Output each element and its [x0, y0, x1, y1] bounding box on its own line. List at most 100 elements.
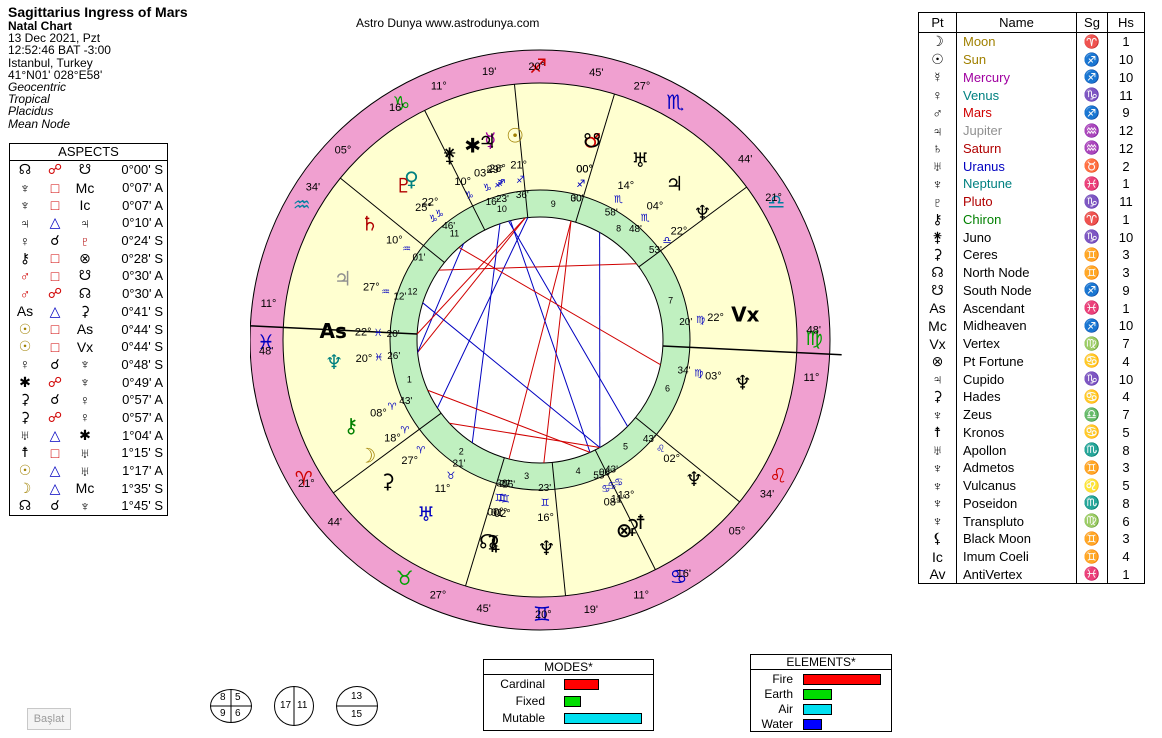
- aspect-orb: 0°28' S: [121, 250, 163, 266]
- aspect-type: □: [50, 250, 60, 267]
- planet-house: 4: [1122, 549, 1130, 565]
- planet-degree: 20°: [356, 353, 373, 365]
- modes-bar: [564, 696, 582, 707]
- planet-sign: ♎: [1076, 405, 1108, 424]
- planet-sign: ♊: [1076, 263, 1108, 282]
- planet-row: Vx Vertex ♍ 7: [919, 334, 1144, 353]
- planet-glyph: ⚳: [919, 388, 957, 406]
- planet-row: ♅ Apollon ♏ 8: [919, 441, 1144, 459]
- planet-glyph: As: [320, 319, 347, 343]
- aspect-type: □: [50, 267, 60, 284]
- cusp-minute: 16': [677, 568, 691, 580]
- modes-title: MODES*: [484, 660, 653, 675]
- planet-glyph: ♆: [919, 405, 957, 424]
- count-cell: 9: [220, 708, 226, 719]
- planet-sign: ♑: [1076, 86, 1108, 104]
- col-sg: Sg: [1076, 13, 1108, 33]
- aspect-planet-1: ☊: [18, 497, 32, 514]
- aspect-row: ♂ □ ☋ 0°30' A: [10, 267, 167, 285]
- aspect-planet-2: ♆: [79, 374, 91, 391]
- planet-minute: 43': [605, 464, 618, 475]
- planet-degree: 11°: [435, 483, 451, 495]
- cusp-minute: 16': [389, 102, 403, 114]
- aspect-planet-2: Mc: [75, 179, 95, 196]
- modes-label: Cardinal: [500, 677, 545, 691]
- planet-glyph: ♃: [919, 121, 957, 140]
- count-circle-1: 8 5 9 6: [210, 689, 252, 723]
- planet-row: ⚷ Chiron ♈ 1: [919, 210, 1144, 229]
- planet-minute: 16': [502, 480, 515, 491]
- planet-glyph: ♆: [685, 467, 703, 491]
- aspect-planet-2: ♃: [79, 214, 91, 231]
- planet-glyph: ♆: [919, 175, 957, 193]
- chart-time: 12:52:46 BAT -3:00: [8, 43, 111, 58]
- house-number: 8: [616, 223, 621, 233]
- planet-house: 1: [1122, 34, 1130, 50]
- planet-sign: ♒: [1076, 121, 1108, 140]
- aspect-row: ♀ ☌ ♇ 0°24' S: [10, 232, 167, 250]
- chart-houses: Placidus: [8, 104, 54, 119]
- planet-glyph: ♅: [417, 502, 435, 526]
- planet-minute: 34': [677, 366, 690, 377]
- aspect-planet-2: ♇: [79, 232, 91, 249]
- aspect-type: ☌: [50, 355, 60, 372]
- aspect-type: □: [50, 179, 60, 196]
- planet-row: ♆ Neptune ♓ 1: [919, 175, 1144, 193]
- planet-row: ♆ Transpluto ♍ 6: [919, 512, 1144, 530]
- modes-bar: [564, 679, 599, 690]
- planet-row: ☊ North Node ♊ 3: [919, 263, 1144, 282]
- aspect-planet-1: As: [16, 303, 34, 320]
- aspect-planet-2: As: [76, 321, 94, 338]
- planet-degree: 03°: [705, 371, 722, 383]
- planet-glyph: ⚵: [442, 143, 457, 167]
- planet-name: Moon: [956, 32, 1077, 51]
- planet-name: Vulcanus: [956, 476, 1077, 495]
- planet-name: North Node: [956, 263, 1077, 282]
- planet-row: Av AntiVertex ♓ 1: [919, 565, 1144, 584]
- planet-house: 2: [1122, 158, 1130, 174]
- planet-row: ♅ Uranus ♉ 2: [919, 157, 1144, 175]
- planet-sign-glyph: ♑: [465, 190, 474, 201]
- aspect-planet-2: ☋: [78, 267, 92, 284]
- cusp-minute: 48': [807, 324, 821, 336]
- planet-glyph: Mc: [919, 317, 957, 335]
- planet-name: Uranus: [956, 157, 1077, 175]
- aspect-planet-1: ♂: [19, 267, 31, 284]
- aspect-type: △: [49, 302, 61, 319]
- planet-minute: 58': [605, 207, 618, 218]
- cusp-minute: 19': [482, 66, 496, 78]
- planet-sign: ♓: [1076, 175, 1108, 193]
- aspect-planet-1: ♃: [19, 214, 31, 231]
- count-cell: 8: [220, 692, 226, 703]
- planet-house: 9: [1122, 282, 1130, 298]
- planet-sign: ♋: [1076, 388, 1108, 406]
- cusp-degree: 21°: [765, 192, 782, 204]
- planet-house: 12: [1118, 123, 1134, 139]
- planet-degree: 10°: [454, 176, 471, 188]
- planet-sign: ♑: [1076, 228, 1108, 246]
- aspect-row: ☉ □ As 0°44' S: [10, 320, 167, 338]
- aspect-type: ☍: [47, 161, 63, 178]
- aspect-planet-1: ♀: [19, 356, 31, 373]
- planet-degree: 04°: [647, 200, 664, 212]
- aspect-orb: 0°57' A: [122, 409, 163, 425]
- aspect-type: △: [49, 462, 61, 479]
- start-button[interactable]: Başlat: [27, 708, 71, 730]
- planet-sign: ♐: [1076, 50, 1108, 69]
- planet-minute: 20': [679, 317, 692, 328]
- aspect-planet-1: ♅: [19, 427, 31, 444]
- planet-row: ♆ Admetos ♊ 3: [919, 459, 1144, 477]
- planet-glyph: ♄: [919, 139, 957, 158]
- elements-bar: [803, 689, 833, 700]
- cusp-degree: 27°: [430, 589, 447, 601]
- aspect-row: ♆ □ Ic 0°07' A: [10, 196, 167, 214]
- aspect-row: ♅ △ ✱ 1°04' A: [10, 426, 167, 444]
- aspect-type: □: [50, 338, 60, 355]
- elements-label: Air: [778, 702, 793, 716]
- planet-sign-glyph: ♍: [696, 315, 705, 326]
- planet-house: 1: [1122, 211, 1130, 227]
- planet-glyph: ♅: [631, 148, 649, 172]
- aspects-title: ASPECTS: [10, 144, 167, 161]
- planet-glyph: ☋: [583, 129, 601, 153]
- aspect-orb: 0°48' S: [121, 356, 163, 372]
